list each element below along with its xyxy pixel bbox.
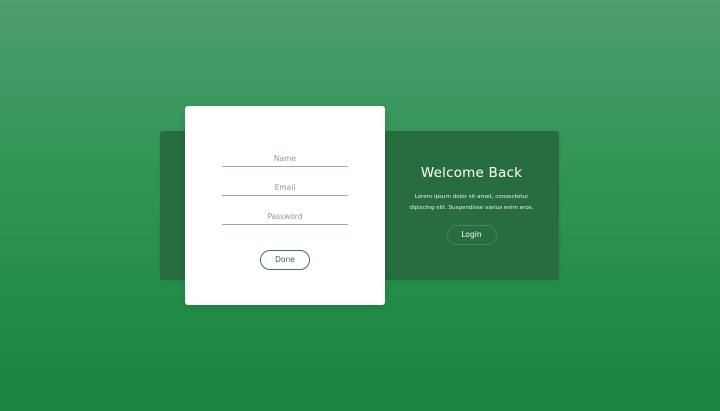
email-input[interactable]: [222, 179, 348, 196]
done-button[interactable]: Done: [260, 250, 310, 270]
welcome-text: Lorem ipsum dolor sit amet, consectetur …: [409, 194, 534, 211]
welcome-title: Welcome Back: [420, 165, 523, 181]
name-input[interactable]: [222, 150, 348, 167]
welcome-section: Welcome Back Lorem ipsum dolor sit amet,…: [384, 131, 559, 280]
password-input[interactable]: [222, 208, 348, 225]
login-button[interactable]: Login: [446, 225, 497, 245]
signup-form-card: Done: [185, 106, 385, 305]
